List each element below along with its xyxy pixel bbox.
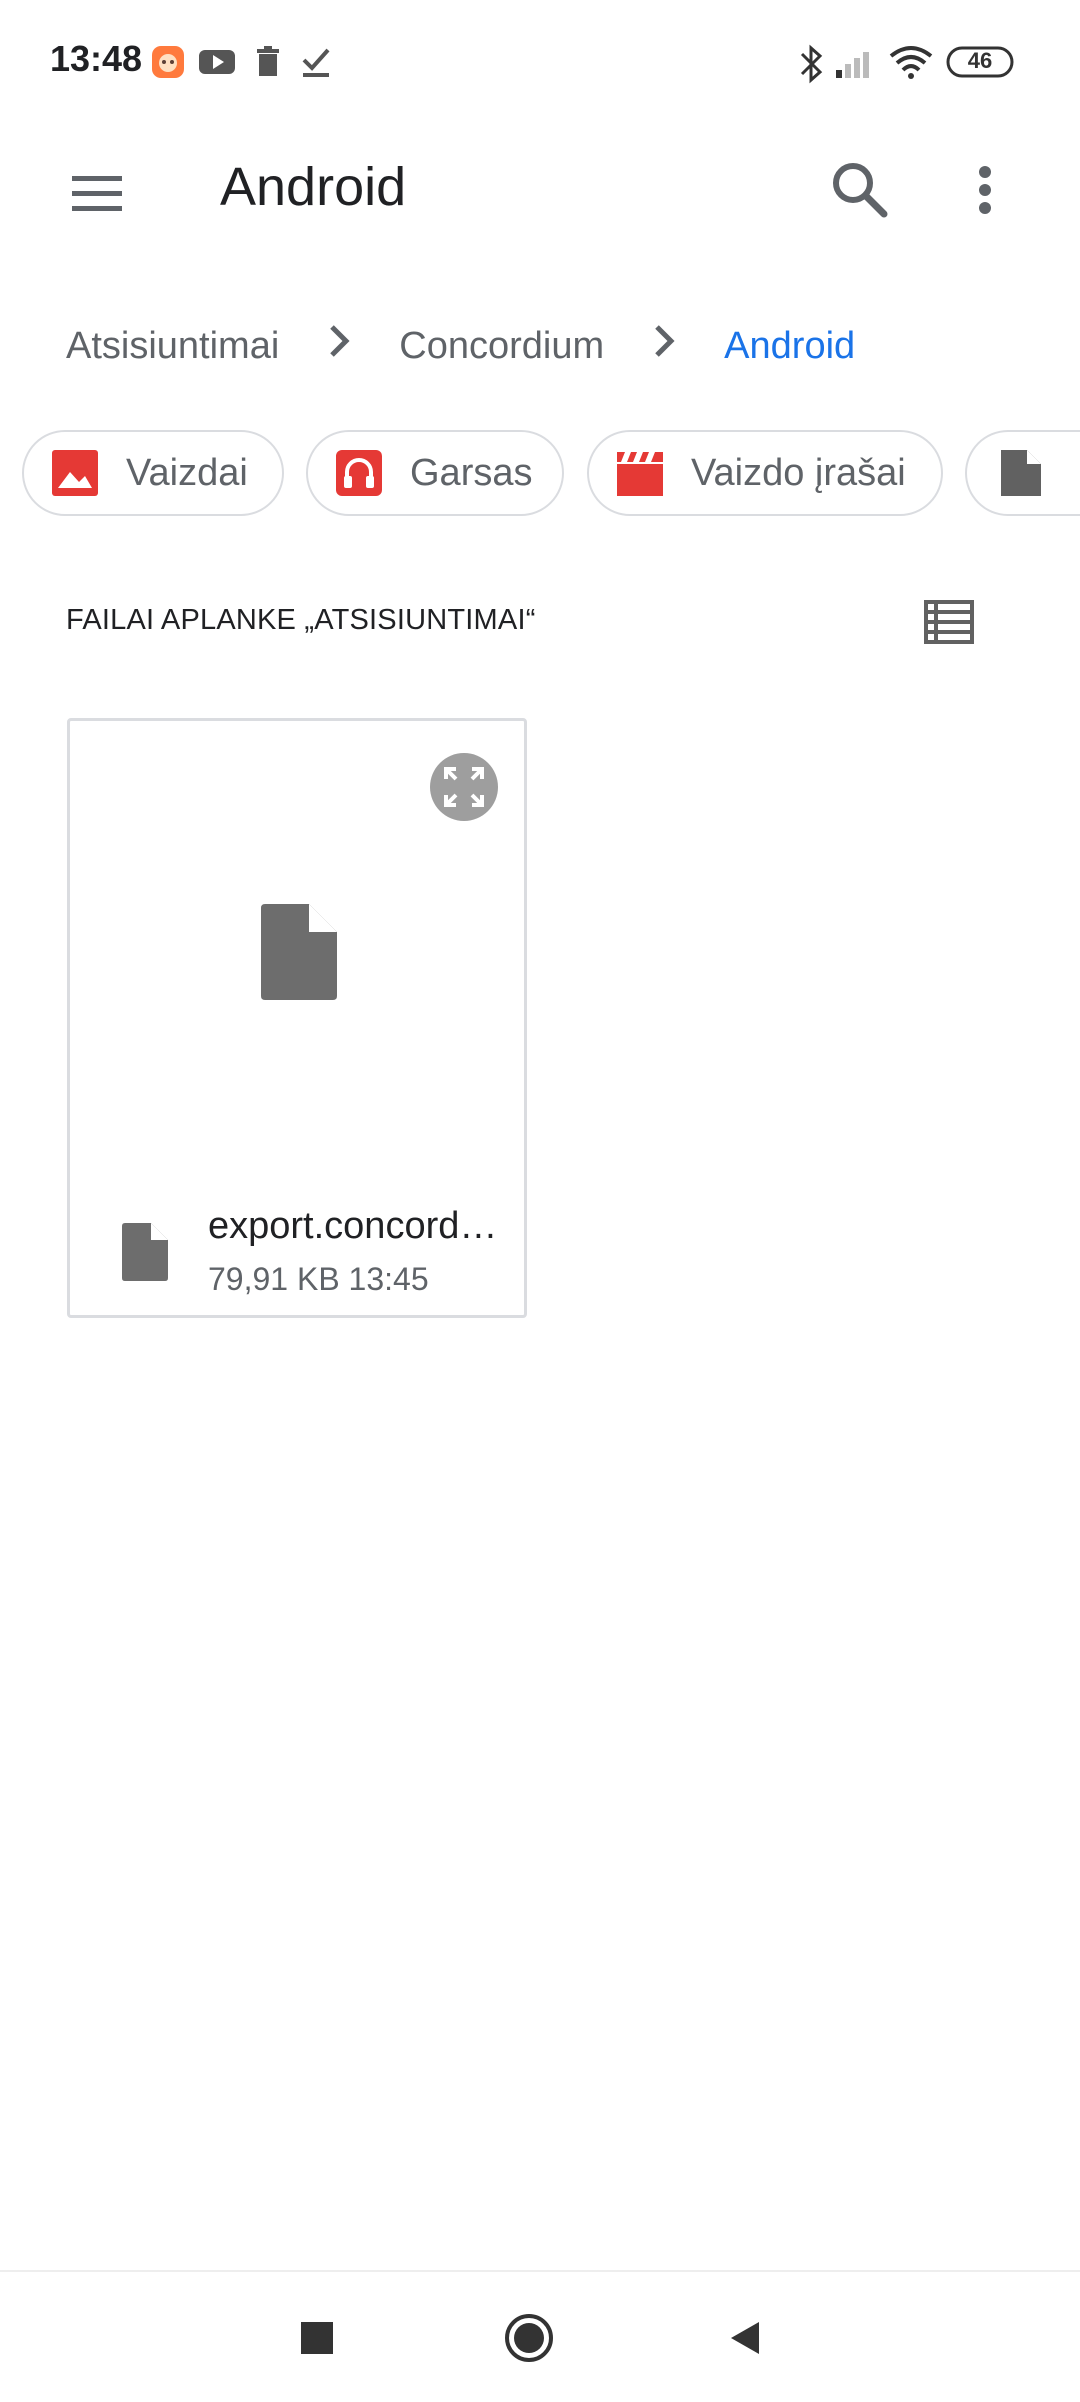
recents-square-icon [301, 2322, 333, 2354]
search-button[interactable] [820, 150, 900, 230]
cell-signal-icon [834, 44, 876, 80]
section-header: FAILAI APLANKE „ATSISIUNTIMAI“ [66, 604, 536, 636]
chip-images[interactable]: Vaizdai [22, 430, 284, 516]
breadcrumb: Atsisiuntimai Concordium Android [66, 318, 855, 374]
chip-label: Vaizdo įrašai [691, 451, 906, 494]
chip-label: Vaizdai [126, 451, 248, 494]
more-vert-icon [979, 166, 991, 214]
movie-clapper-icon [617, 452, 663, 496]
document-icon [1001, 450, 1041, 496]
back-triangle-icon [731, 2322, 759, 2354]
recents-button[interactable] [285, 2306, 349, 2370]
document-preview-icon [261, 904, 337, 1000]
expand-icon [444, 767, 484, 807]
home-button[interactable] [497, 2306, 561, 2370]
battery-icon: 46 [946, 45, 1016, 79]
breadcrumb-item-atsisiuntimai[interactable]: Atsisiuntimai [66, 325, 279, 368]
youtube-icon [198, 44, 235, 80]
expand-preview-button[interactable] [430, 753, 498, 821]
check-icon [298, 44, 334, 80]
file-card[interactable]: export.concord… 79,91 KB 13:45 [67, 718, 527, 1318]
wifi-icon [888, 44, 934, 80]
trash-icon [250, 44, 286, 80]
hamburger-menu-icon [72, 176, 122, 211]
battery-level: 46 [967, 48, 993, 73]
list-view-icon [924, 600, 974, 644]
chip-videos[interactable]: Vaizdo įrašai [587, 430, 943, 516]
home-circle-icon [505, 2314, 553, 2362]
chip-label: Garsas [410, 451, 533, 494]
headphones-icon [336, 450, 382, 496]
search-icon [833, 163, 888, 218]
status-time: 13:48 [50, 38, 143, 79]
mi-app-icon [150, 44, 186, 80]
breadcrumb-item-concordium[interactable]: Concordium [399, 325, 604, 368]
file-meta: 79,91 KB 13:45 [208, 1261, 429, 1297]
chevron-right-icon [279, 321, 399, 371]
back-button[interactable] [713, 2306, 777, 2370]
bluetooth-icon [796, 44, 832, 84]
more-options-button[interactable] [950, 150, 1020, 230]
list-view-button[interactable] [908, 588, 988, 658]
chevron-right-icon [604, 321, 724, 371]
breadcrumb-item-android[interactable]: Android [724, 325, 855, 368]
page-title: Android [220, 157, 407, 217]
menu-button[interactable] [62, 158, 134, 230]
file-name: export.concord… [208, 1205, 498, 1247]
chip-documents[interactable] [965, 430, 1080, 516]
image-icon [52, 450, 98, 496]
document-icon [122, 1223, 168, 1281]
chip-audio[interactable]: Garsas [306, 430, 564, 516]
navigation-bar [0, 2270, 1080, 2402]
